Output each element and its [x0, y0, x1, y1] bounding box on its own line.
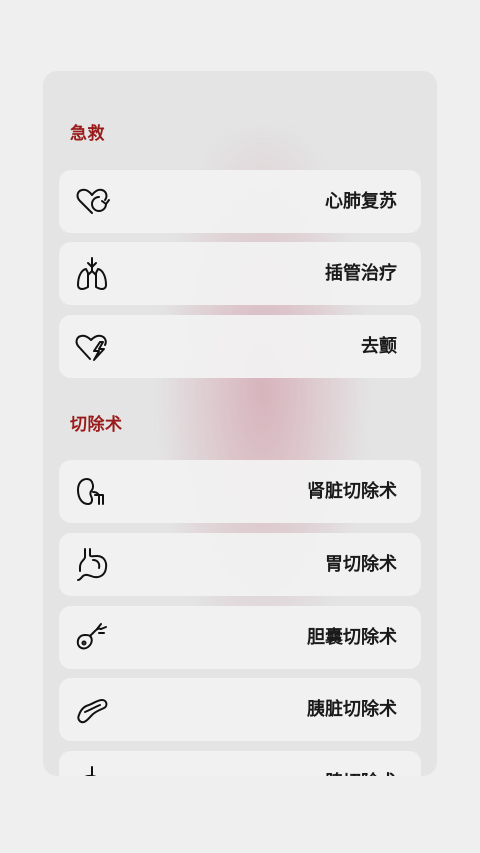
- section-title-resection: 切除术: [70, 415, 123, 435]
- heart-refresh-icon: [73, 183, 111, 221]
- procedure-label: 胰脏切除术: [307, 699, 397, 720]
- procedure-item-gastrectomy[interactable]: 胃切除术: [59, 533, 421, 596]
- procedure-item-splenectomy[interactable]: 脾切除术: [59, 751, 421, 776]
- procedure-label: 插管治疗: [325, 263, 397, 284]
- procedure-label: 心肺复苏: [325, 191, 397, 212]
- procedure-item-intubation[interactable]: 插管治疗: [59, 242, 421, 305]
- procedure-item-cholecystectomy[interactable]: 胆囊切除术: [59, 606, 421, 669]
- heart-lightning-icon: [73, 328, 111, 366]
- procedure-item-cpr[interactable]: 心肺复苏: [59, 170, 421, 233]
- stomach-icon: [73, 546, 111, 584]
- spleen-icon: [73, 764, 111, 776]
- procedure-label: 胃切除术: [325, 554, 397, 575]
- pancreas-icon: [73, 691, 111, 729]
- procedure-item-defibrillation[interactable]: 去颤: [59, 315, 421, 378]
- procedure-list-panel: 急救 心肺复苏 插管治疗 去颤 切除术 肾脏切除术 胃切除术 胆囊切除术 胰脏切…: [43, 71, 437, 776]
- lungs-intubation-icon: [73, 255, 111, 293]
- procedure-label: 脾切除术: [325, 751, 397, 776]
- procedure-label: 胆囊切除术: [307, 627, 397, 648]
- procedure-item-nephrectomy[interactable]: 肾脏切除术: [59, 460, 421, 523]
- kidney-icon: [73, 473, 111, 511]
- procedure-label: 肾脏切除术: [307, 481, 397, 502]
- procedure-label: 去颤: [361, 336, 397, 357]
- procedure-item-pancreatectomy[interactable]: 胰脏切除术: [59, 678, 421, 741]
- gallbladder-icon: [73, 619, 111, 657]
- section-title-emergency: 急救: [70, 124, 105, 144]
